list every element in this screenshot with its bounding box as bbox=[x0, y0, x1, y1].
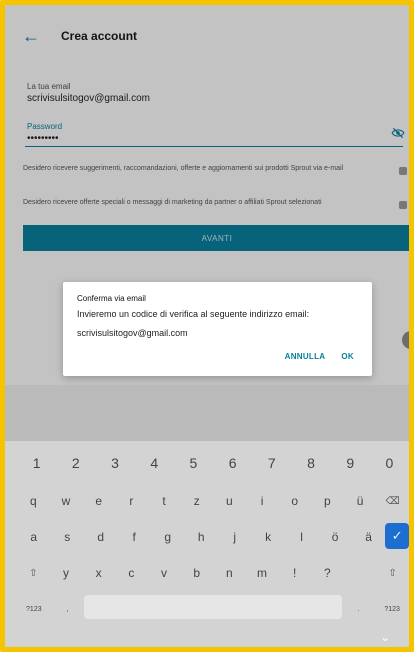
letter-row-2: a s d f g h j k l ö ä ✓ bbox=[17, 523, 409, 551]
shift-left-icon[interactable]: ⇧ bbox=[17, 559, 50, 587]
key-2[interactable]: 2 bbox=[56, 449, 95, 477]
ok-button[interactable]: OK bbox=[341, 352, 354, 361]
backspace-icon[interactable]: ⌫ bbox=[376, 487, 409, 515]
key-x[interactable]: x bbox=[82, 559, 115, 587]
key-s[interactable]: s bbox=[50, 523, 83, 551]
symbols-key-left[interactable]: ?123 bbox=[17, 595, 51, 623]
dialog-message: Invieremo un codice di verifica al segue… bbox=[77, 309, 310, 319]
key-j[interactable]: j bbox=[218, 523, 251, 551]
key-c[interactable]: c bbox=[115, 559, 148, 587]
key-spacer bbox=[344, 559, 377, 587]
email-confirm-dialog: Conferma via email Invieremo un codice d… bbox=[63, 282, 372, 376]
key-o-umlaut[interactable]: ö bbox=[318, 523, 351, 551]
key-z[interactable]: z bbox=[180, 487, 213, 515]
onscreen-keyboard: 1 2 3 4 5 6 7 8 9 0 q w e r t z u i o p … bbox=[5, 441, 409, 647]
key-3[interactable]: 3 bbox=[95, 449, 134, 477]
bottom-key-row: ?123 , . ?123 bbox=[17, 595, 409, 623]
period-key[interactable]: . bbox=[342, 595, 376, 623]
space-bar[interactable] bbox=[84, 595, 342, 619]
letter-row-1: q w e r t z u i o p ü ⌫ bbox=[17, 487, 409, 515]
key-exclamation[interactable]: ! bbox=[278, 559, 311, 587]
key-5[interactable]: 5 bbox=[174, 449, 213, 477]
key-q[interactable]: q bbox=[17, 487, 50, 515]
key-k[interactable]: k bbox=[251, 523, 284, 551]
key-u-umlaut[interactable]: ü bbox=[344, 487, 377, 515]
key-t[interactable]: t bbox=[148, 487, 181, 515]
key-9[interactable]: 9 bbox=[331, 449, 370, 477]
dialog-actions: ANNULLA OK bbox=[285, 352, 354, 361]
key-i[interactable]: i bbox=[246, 487, 279, 515]
key-p[interactable]: p bbox=[311, 487, 344, 515]
key-n[interactable]: n bbox=[213, 559, 246, 587]
key-a[interactable]: a bbox=[17, 523, 50, 551]
key-o[interactable]: o bbox=[278, 487, 311, 515]
key-b[interactable]: b bbox=[180, 559, 213, 587]
key-1[interactable]: 1 bbox=[17, 449, 56, 477]
key-0[interactable]: 0 bbox=[370, 449, 409, 477]
comma-key[interactable]: , bbox=[51, 595, 85, 623]
key-question[interactable]: ? bbox=[311, 559, 344, 587]
edit-fab[interactable] bbox=[402, 331, 409, 349]
chevron-down-icon[interactable]: ⌄ bbox=[377, 630, 393, 644]
key-v[interactable]: v bbox=[148, 559, 181, 587]
key-r[interactable]: r bbox=[115, 487, 148, 515]
key-w[interactable]: w bbox=[50, 487, 83, 515]
dialog-title: Conferma via email bbox=[77, 294, 146, 303]
key-8[interactable]: 8 bbox=[291, 449, 330, 477]
screenshot-frame: ← Crea account La tua email scrivisulsit… bbox=[0, 0, 414, 652]
key-f[interactable]: f bbox=[117, 523, 150, 551]
key-a-umlaut[interactable]: ä bbox=[352, 523, 385, 551]
key-g[interactable]: g bbox=[151, 523, 184, 551]
cancel-button[interactable]: ANNULLA bbox=[285, 352, 326, 361]
shift-right-icon[interactable]: ⇧ bbox=[376, 559, 409, 587]
key-4[interactable]: 4 bbox=[135, 449, 174, 477]
key-l[interactable]: l bbox=[285, 523, 318, 551]
letter-row-3: ⇧ y x c v b n m ! ? ⇧ bbox=[17, 559, 409, 587]
key-e[interactable]: e bbox=[82, 487, 115, 515]
key-y[interactable]: y bbox=[50, 559, 83, 587]
key-7[interactable]: 7 bbox=[252, 449, 291, 477]
symbols-key-right[interactable]: ?123 bbox=[375, 595, 409, 623]
enter-check-icon[interactable]: ✓ bbox=[385, 523, 409, 549]
number-row: 1 2 3 4 5 6 7 8 9 0 bbox=[17, 449, 409, 477]
key-u[interactable]: u bbox=[213, 487, 246, 515]
key-m[interactable]: m bbox=[246, 559, 279, 587]
key-d[interactable]: d bbox=[84, 523, 117, 551]
dialog-email: scrivisulsitogov@gmail.com bbox=[77, 328, 188, 338]
key-h[interactable]: h bbox=[184, 523, 217, 551]
key-6[interactable]: 6 bbox=[213, 449, 252, 477]
